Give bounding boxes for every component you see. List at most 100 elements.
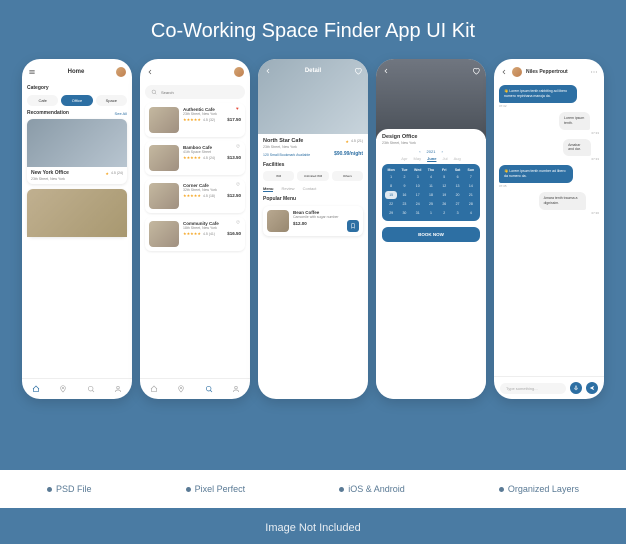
calendar-day[interactable]: 16 [398, 191, 410, 199]
popular-item[interactable]: Bean Coffee Camomile with sugar number $… [263, 206, 363, 236]
chip-space[interactable]: Space [96, 95, 127, 106]
chat-input[interactable]: Type something... [500, 383, 566, 394]
favorite-icon[interactable] [472, 67, 480, 75]
star-icon: ★ [105, 171, 109, 176]
back-icon[interactable] [146, 68, 154, 76]
list-sub: 32th Street, New York [183, 188, 241, 192]
calendar-day[interactable]: 8 [385, 182, 397, 190]
calendar-day[interactable]: 7 [465, 173, 477, 181]
favorite-icon[interactable]: ♡ [236, 182, 242, 188]
month[interactable]: May [414, 156, 422, 161]
calendar-day[interactable]: 12 [438, 182, 450, 190]
nav-profile-icon[interactable] [232, 385, 240, 393]
avatar[interactable] [234, 67, 244, 77]
bookmark-button[interactable] [347, 220, 359, 232]
more-icon[interactable] [590, 68, 598, 76]
see-all-link[interactable]: See All [115, 111, 127, 116]
facility-unlimited[interactable]: Unlimited Wifi [297, 171, 328, 181]
mic-button[interactable] [570, 382, 582, 394]
screen-detail: Detail North Star Cafe ★4.5 (21) 23th St… [258, 59, 368, 399]
calendar-day[interactable]: 28 [465, 200, 477, 208]
chip-office[interactable]: Office [61, 95, 92, 106]
tab-contact[interactable]: Contact [303, 186, 317, 192]
nav-search-icon[interactable] [205, 385, 213, 393]
calendar-day[interactable]: 1 [385, 173, 397, 181]
calendar-day[interactable]: 15 [385, 191, 397, 199]
calendar-day[interactable]: 10 [412, 182, 424, 190]
recommendation-card[interactable] [27, 189, 127, 237]
nav-location-icon[interactable] [59, 385, 67, 393]
list-item[interactable]: Authentic Cafe 23th Street, New York ★★★… [145, 103, 245, 137]
facility-other[interactable]: Others [332, 171, 363, 181]
nav-home-icon[interactable] [32, 385, 40, 393]
list-price: $13.50 [227, 155, 241, 160]
nav-profile-icon[interactable] [114, 385, 122, 393]
calendar-day[interactable]: 24 [412, 200, 424, 208]
month-current[interactable]: June [427, 156, 436, 161]
recommendation-card[interactable]: New York Office ★4.5 (24) 23th Street, N… [27, 119, 127, 184]
calendar-day[interactable]: 21 [465, 191, 477, 199]
calendar-day[interactable]: 17 [412, 191, 424, 199]
calendar-day[interactable]: 13 [451, 182, 463, 190]
detail-rating: 4.5 (21) [351, 139, 363, 143]
calendar-day[interactable]: 19 [438, 191, 450, 199]
calendar-day[interactable]: 14 [465, 182, 477, 190]
month-selector[interactable]: Apr May June Jul Aug [382, 156, 480, 161]
calendar-day[interactable]: 11 [425, 182, 437, 190]
menu-icon[interactable] [28, 68, 36, 76]
back-icon[interactable] [500, 68, 508, 76]
favorite-icon[interactable]: ♥ [236, 106, 242, 112]
calendar-day[interactable]: 31 [412, 209, 424, 217]
calendar-day[interactable]: 6 [451, 173, 463, 181]
tab-review[interactable]: Review [281, 186, 294, 192]
day-header: Fri [438, 168, 450, 172]
nav-home-icon[interactable] [150, 385, 158, 393]
calendar-day[interactable]: 1 [425, 209, 437, 217]
list-rating: 4.5 (32) [203, 118, 215, 122]
favorite-icon[interactable]: ♡ [236, 144, 242, 150]
search-input[interactable] [161, 90, 239, 95]
chat-avatar[interactable] [512, 67, 522, 77]
calendar-day[interactable]: 30 [398, 209, 410, 217]
calendar-day[interactable]: 5 [438, 173, 450, 181]
back-icon[interactable] [382, 67, 390, 75]
search-bar[interactable] [145, 85, 245, 99]
calendar-day[interactable]: 23 [398, 200, 410, 208]
calendar-day[interactable]: 25 [425, 200, 437, 208]
send-button[interactable] [586, 382, 598, 394]
calendar-day[interactable]: 22 [385, 200, 397, 208]
nav-search-icon[interactable] [87, 385, 95, 393]
calendar-day[interactable]: 27 [451, 200, 463, 208]
feature-item: PSD File [47, 484, 92, 494]
calendar-day[interactable]: 29 [385, 209, 397, 217]
calendar-day[interactable]: 26 [438, 200, 450, 208]
list-item[interactable]: Bamboo Cafe 41th Space Street ★★★★★4.5 (… [145, 141, 245, 175]
month[interactable]: Aug [454, 156, 461, 161]
calendar-day[interactable]: 3 [412, 173, 424, 181]
month[interactable]: Apr [401, 156, 407, 161]
message-time: 07:36 [539, 211, 599, 215]
back-icon[interactable] [264, 67, 272, 75]
list-item[interactable]: Community Cafe 18th Street, New York ★★★… [145, 217, 245, 251]
calendar-day[interactable]: 2 [438, 209, 450, 217]
calendar-day[interactable]: 4 [465, 209, 477, 217]
calendar-day[interactable]: 4 [425, 173, 437, 181]
calendar[interactable]: MonTueWedThuFriSatSun1234567891011121314… [382, 164, 480, 221]
chip-cafe[interactable]: Cafe [27, 95, 58, 106]
calendar-day[interactable]: 18 [425, 191, 437, 199]
facility-wifi[interactable]: Wifi [263, 171, 294, 181]
calendar-day[interactable]: 2 [398, 173, 410, 181]
year-prev-icon[interactable]: ‹ [419, 149, 420, 154]
calendar-day[interactable]: 20 [451, 191, 463, 199]
avatar[interactable] [116, 67, 126, 77]
calendar-day[interactable]: 9 [398, 182, 410, 190]
nav-location-icon[interactable] [177, 385, 185, 393]
calendar-day[interactable]: 3 [451, 209, 463, 217]
month[interactable]: Jul [442, 156, 447, 161]
list-item[interactable]: Corner Cafe 32th Street, New York ★★★★★4… [145, 179, 245, 213]
tab-menu[interactable]: Menu [263, 186, 273, 192]
favorite-icon[interactable] [354, 67, 362, 75]
book-now-button[interactable]: BOOK NOW [382, 227, 480, 242]
year-next-icon[interactable]: › [441, 149, 442, 154]
favorite-icon[interactable]: ♡ [236, 220, 242, 226]
